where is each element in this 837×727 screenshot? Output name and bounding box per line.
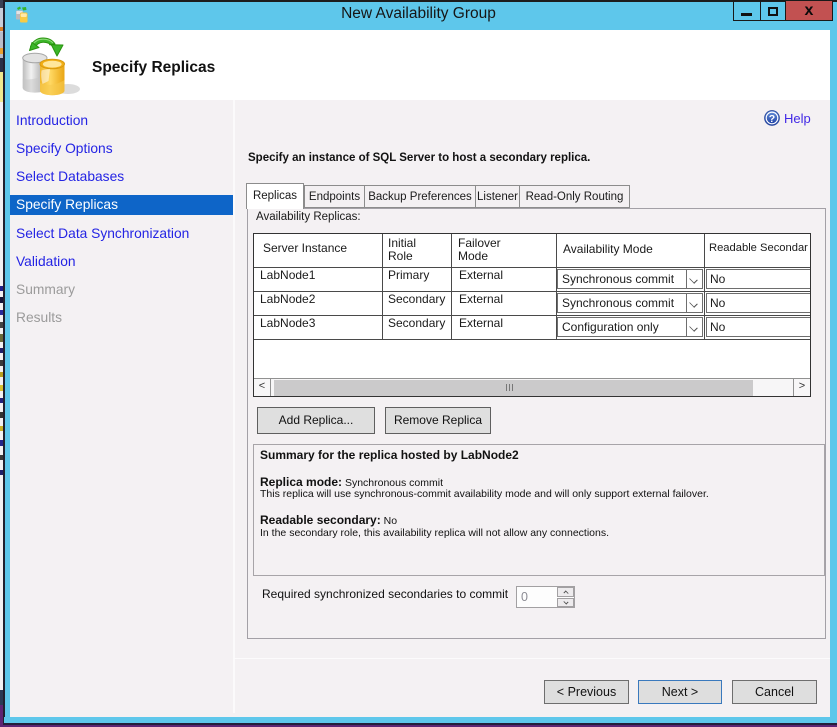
svg-text:?: ?: [769, 113, 775, 125]
